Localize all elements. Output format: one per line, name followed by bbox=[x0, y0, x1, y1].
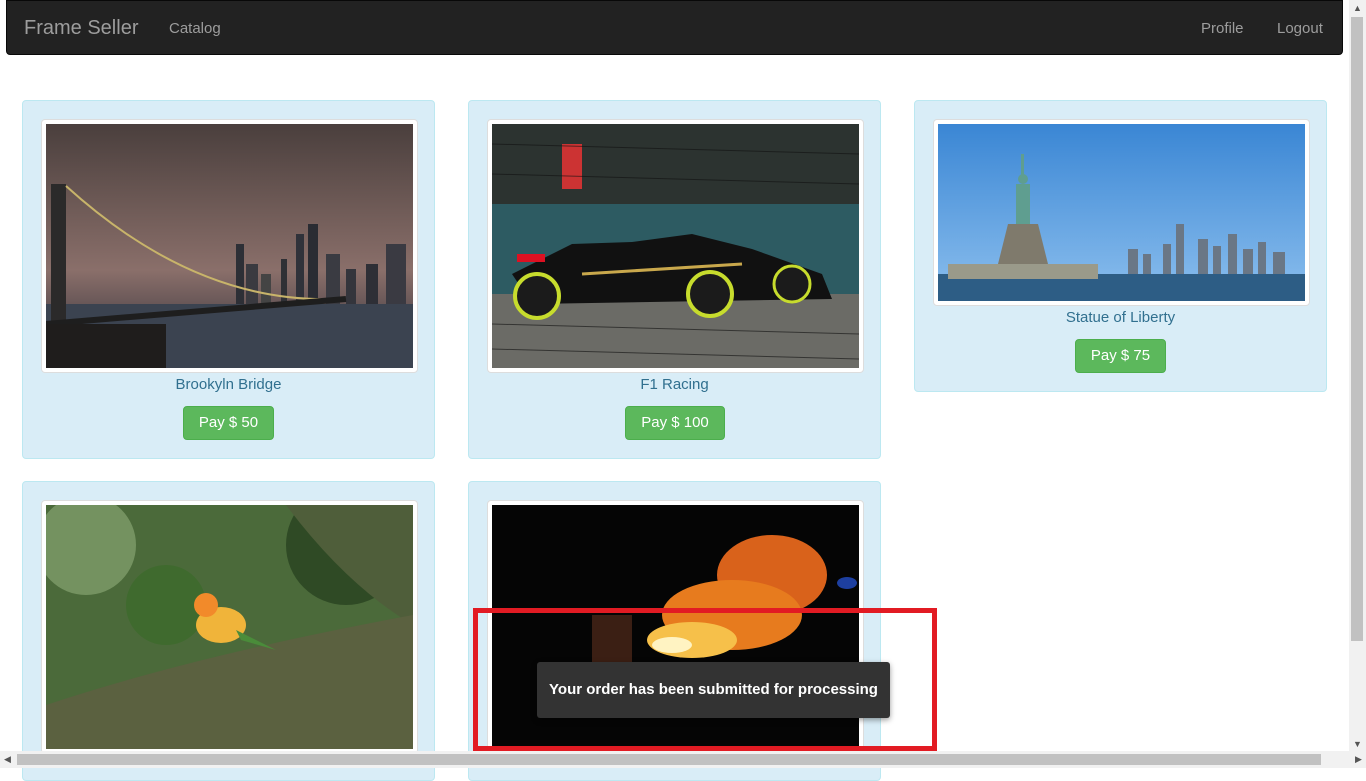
scroll-left-arrow-icon[interactable]: ◀ bbox=[4, 754, 11, 765]
scroll-right-arrow-icon[interactable]: ▶ bbox=[1355, 754, 1362, 765]
product-thumbnail bbox=[933, 119, 1310, 306]
product-thumbnail bbox=[41, 500, 418, 754]
scroll-down-arrow-icon[interactable]: ▼ bbox=[1353, 739, 1362, 749]
pay-button[interactable]: Pay $ 50 bbox=[183, 406, 274, 440]
nav-logout[interactable]: Logout bbox=[1277, 20, 1323, 37]
nav-catalog[interactable]: Catalog bbox=[169, 20, 221, 37]
scroll-up-arrow-icon[interactable]: ▲ bbox=[1353, 3, 1362, 13]
product-image bbox=[938, 124, 1305, 301]
product-card: Brookyln Bridge Pay $ 50 bbox=[22, 100, 435, 459]
product-thumbnail bbox=[41, 119, 418, 373]
product-title: Statue of Liberty bbox=[915, 309, 1326, 326]
product-title: Brookyln Bridge bbox=[23, 376, 434, 393]
product-image bbox=[46, 124, 413, 368]
pay-button[interactable]: Pay $ 75 bbox=[1075, 339, 1166, 373]
horizontal-scroll-thumb[interactable] bbox=[17, 754, 1321, 765]
product-card: F1 Racing Pay $ 100 bbox=[468, 100, 881, 459]
product-thumbnail bbox=[487, 119, 864, 373]
product-card bbox=[22, 481, 435, 781]
highlight-box bbox=[473, 608, 937, 751]
navbar: Frame Seller Catalog Profile Logout bbox=[6, 0, 1343, 55]
nav-profile[interactable]: Profile bbox=[1201, 20, 1244, 37]
brand-link[interactable]: Frame Seller bbox=[24, 17, 138, 40]
vertical-scrollbar[interactable]: ▲ ▼ bbox=[1349, 0, 1366, 751]
vertical-scroll-thumb[interactable] bbox=[1351, 17, 1363, 641]
pay-button[interactable]: Pay $ 100 bbox=[625, 406, 725, 440]
product-card: Statue of Liberty Pay $ 75 bbox=[914, 100, 1327, 392]
horizontal-scrollbar[interactable]: ◀ ▶ bbox=[0, 751, 1366, 768]
product-image bbox=[492, 124, 859, 368]
product-title: F1 Racing bbox=[469, 376, 880, 393]
product-image bbox=[46, 505, 413, 749]
